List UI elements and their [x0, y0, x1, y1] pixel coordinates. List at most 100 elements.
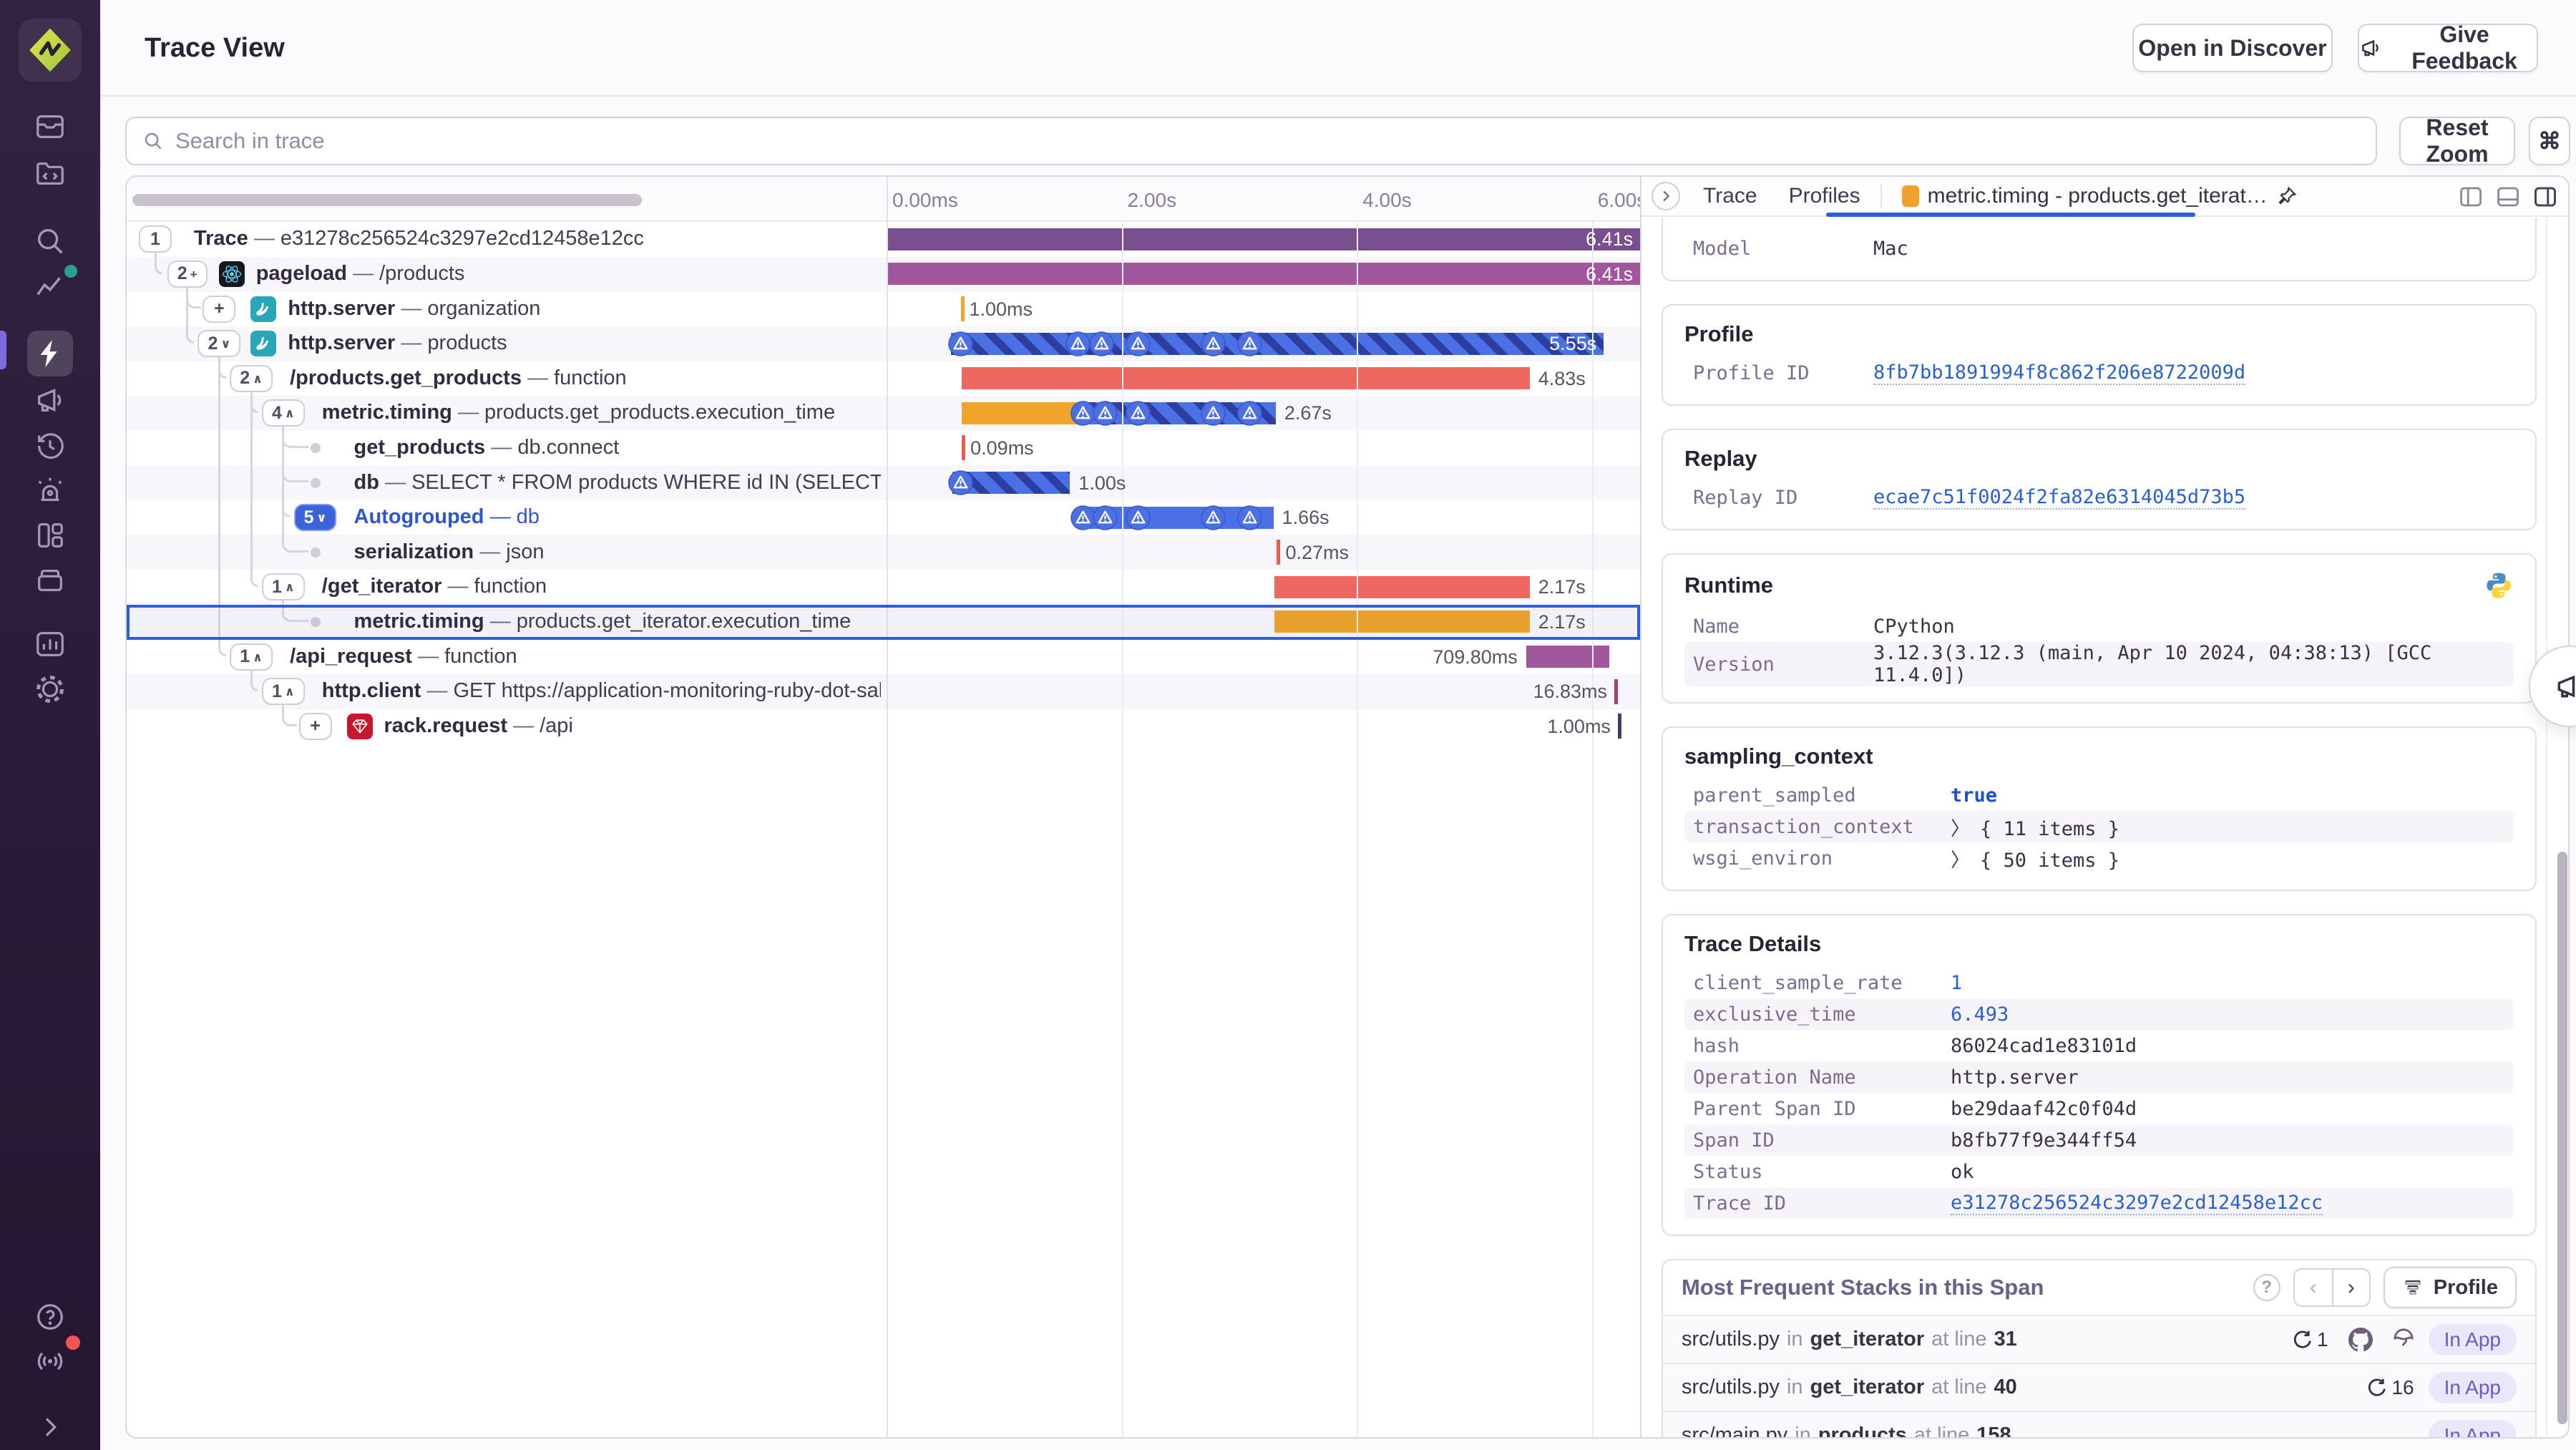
span-duration-bar[interactable]: [1526, 646, 1610, 668]
warning-icon[interactable]: [1201, 505, 1226, 530]
span-toggle-badge[interactable]: +: [203, 295, 236, 323]
span-row-label[interactable]: /products.get_products — function: [290, 366, 881, 390]
sidebar-item-insights[interactable]: [0, 512, 100, 558]
span-row-label[interactable]: pageload — /products: [256, 262, 881, 286]
tab-trace[interactable]: Trace: [1687, 177, 1773, 215]
span-toggle-badge[interactable]: 5 ∨: [293, 504, 337, 532]
span-row-label[interactable]: /api_request — function: [290, 645, 881, 668]
horizontal-scrollbar[interactable]: [132, 194, 642, 206]
span-toggle-badge[interactable]: +: [298, 712, 332, 740]
stack-frame-row[interactable]: src/utils.py in get_iterator at line 40 16 In …: [1663, 1363, 2535, 1411]
sidebar-item-stats[interactable]: [0, 621, 100, 667]
warning-icon[interactable]: [1201, 401, 1226, 426]
selected-row-outline[interactable]: [127, 604, 1640, 640]
span-duration-bar[interactable]: [962, 367, 1530, 390]
stack-frame-row[interactable]: src/utils.py in get_iterator at line 31 1 In A…: [1663, 1315, 2535, 1363]
warning-icon[interactable]: [1126, 331, 1151, 356]
warning-icon[interactable]: [1237, 401, 1262, 426]
span-row-label[interactable]: db — SELECT * FROM products WHERE id IN …: [354, 471, 882, 495]
detail-value[interactable]: ecae7c51f0024f2fa82e6314045d73b5: [1873, 486, 2246, 510]
drawer-scrollbar[interactable]: [2557, 852, 2567, 1424]
dock-bottom-icon[interactable]: [2495, 184, 2521, 210]
warning-icon[interactable]: [1093, 401, 1118, 426]
help-circle-icon[interactable]: ?: [2253, 1274, 2280, 1301]
sentry-logo[interactable]: [19, 19, 82, 82]
tab-profiles[interactable]: Profiles: [1773, 177, 1876, 215]
span-toggle-badge[interactable]: 1 ∧: [261, 678, 305, 706]
span-duration-bar[interactable]: [887, 228, 1641, 250]
detail-value[interactable]: 〉{ 11 items }: [1951, 813, 2119, 841]
span-duration-label: 1.00ms: [969, 298, 1033, 320]
detail-value[interactable]: 〉{ 50 items }: [1951, 845, 2119, 872]
whats-new-button[interactable]: [0, 1335, 100, 1384]
history-clock-icon: [27, 422, 73, 468]
warning-icon[interactable]: [1065, 331, 1091, 356]
warning-icon[interactable]: [1093, 505, 1118, 530]
stack-frame-row[interactable]: src/main.py in products at line 158 In App: [1663, 1411, 2535, 1437]
next-stack-button[interactable]: ›: [2331, 1268, 2371, 1307]
detail-value[interactable]: 8fb7bb1891994f8c862f206e8722009d: [1873, 361, 2246, 385]
profile-button[interactable]: Profile: [2383, 1267, 2517, 1308]
autofix-icon[interactable]: [2391, 1328, 2416, 1352]
tab-span-pinned[interactable]: metric.timing - products.get_iterat…: [1886, 177, 2313, 215]
shortcut-button[interactable]: ⌘: [2529, 117, 2570, 165]
warning-icon[interactable]: [1237, 505, 1262, 530]
span-row-label[interactable]: get_products — db.connect: [354, 436, 882, 459]
span-toggle-badge[interactable]: 1: [139, 225, 172, 253]
warning-icon[interactable]: [1126, 505, 1151, 530]
span-duration-bar[interactable]: [962, 402, 1078, 424]
span-row-label[interactable]: serialization — json: [354, 540, 882, 564]
warning-icon[interactable]: [1070, 505, 1096, 530]
detail-key: Version: [1693, 653, 1775, 676]
warning-icon[interactable]: [1089, 331, 1114, 356]
span-row-label[interactable]: http.client — GET https://application-mo…: [322, 679, 881, 703]
sidebar-item-releases[interactable]: [0, 377, 100, 423]
span-toggle-badge[interactable]: 2 +: [167, 260, 208, 288]
warning-icon[interactable]: [1201, 331, 1226, 356]
dock-right-icon[interactable]: [2532, 184, 2558, 210]
span-row-label[interactable]: metric.timing — products.get_products.ex…: [322, 401, 881, 424]
span-row-label[interactable]: Trace — e31278c256524c3297e2cd12458e12cc: [194, 227, 881, 250]
sidebar-item-performance[interactable]: [0, 331, 100, 376]
span-row-label[interactable]: rack.request — /api: [384, 714, 882, 738]
warning-icon[interactable]: [948, 331, 973, 356]
span-toggle-badge[interactable]: 1 ∧: [230, 643, 273, 671]
sidebar-item-replays[interactable]: [0, 422, 100, 468]
help-button[interactable]: [0, 1294, 100, 1340]
span-toggle-badge[interactable]: 2 ∨: [197, 330, 241, 358]
sidebar-item-dashboards[interactable]: [0, 263, 100, 309]
dock-left-icon[interactable]: [2458, 184, 2484, 210]
sidebar-item-crons[interactable]: [0, 558, 100, 603]
reset-zoom-button[interactable]: Reset Zoom: [2399, 115, 2515, 167]
sidebar-item-explore[interactable]: [0, 218, 100, 264]
span-duration-bar[interactable]: [887, 263, 1641, 286]
span-duration-bar[interactable]: [951, 332, 1604, 355]
sidebar-item-alerts[interactable]: [0, 467, 100, 513]
detail-key: Trace ID: [1693, 1192, 1787, 1215]
warning-icon[interactable]: [1237, 331, 1262, 356]
sidebar-collapse-button[interactable]: [0, 1404, 100, 1450]
span-row-label[interactable]: http.server — organization: [288, 297, 881, 321]
sidebar-item-projects[interactable]: [0, 150, 100, 196]
span-row-label[interactable]: http.server — products: [288, 331, 881, 355]
span-row-label[interactable]: Autogrouped — db: [354, 505, 882, 529]
sidebar-item-settings[interactable]: [0, 666, 100, 712]
warning-icon[interactable]: [1126, 401, 1151, 426]
span-row-label[interactable]: /get_iterator — function: [322, 575, 881, 598]
search-input[interactable]: [175, 128, 2360, 154]
pin-icon[interactable]: [2276, 185, 2298, 207]
open-in-discover-button[interactable]: Open in Discover: [2132, 24, 2333, 72]
span-toggle-badge[interactable]: 1 ∧: [261, 573, 305, 601]
drawer-collapse-icon[interactable]: [1652, 182, 1680, 210]
detail-value[interactable]: e31278c256524c3297e2cd12458e12cc: [1951, 1192, 2323, 1215]
span-toggle-badge[interactable]: 4 ∧: [261, 399, 305, 427]
megaphone-icon: [2557, 675, 2576, 698]
span-toggle-badge[interactable]: 2 ∧: [230, 364, 273, 392]
give-feedback-button[interactable]: Give Feedback: [2358, 21, 2538, 74]
warning-icon[interactable]: [948, 470, 973, 495]
github-icon[interactable]: [2348, 1327, 2373, 1352]
prev-stack-button[interactable]: ‹: [2293, 1268, 2332, 1307]
warning-icon[interactable]: [1070, 401, 1096, 426]
sidebar-item-issues[interactable]: [0, 104, 100, 150]
span-duration-bar[interactable]: [1274, 575, 1530, 598]
